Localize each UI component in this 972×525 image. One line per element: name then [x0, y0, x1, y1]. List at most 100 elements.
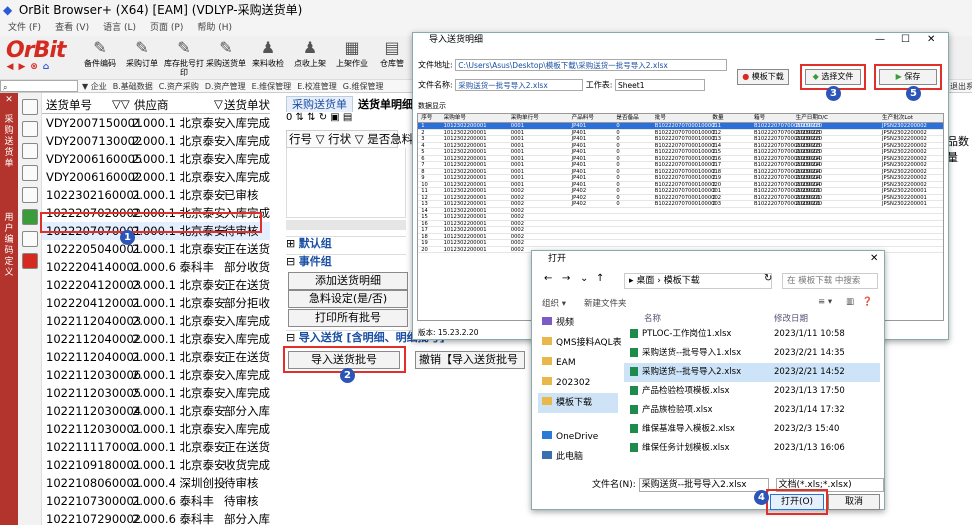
table-row[interactable]: 1022204140001 2.000.6 泰科丰 部分收货	[42, 258, 270, 276]
table-row[interactable]: 1022112030006 2.000.1 北京泰安 入库完成	[42, 366, 270, 384]
module-tab-asset-purchase[interactable]: C.资产采购	[159, 82, 199, 91]
close-icon[interactable]: ✕	[870, 251, 878, 267]
file-row[interactable]: 维保基准导入模板2.xlsx 2023/2/3 15:40	[624, 420, 880, 439]
view-icon[interactable]: ≡ ▾	[818, 297, 832, 307]
doc-icon[interactable]	[21, 187, 38, 203]
menu-page[interactable]: 页面 (P)	[150, 23, 183, 33]
table-row[interactable]: 1022112030005 2.000.1 北京泰安 入库完成	[42, 384, 270, 402]
module-exit[interactable]: 退出系	[950, 80, 972, 93]
doc-icon[interactable]	[21, 99, 38, 115]
sort-icon[interactable]: ⇅	[296, 112, 304, 123]
sidebar-folder[interactable]: 视频	[538, 313, 618, 333]
cancel-import-button[interactable]: 撤销【导入送货批号	[415, 351, 525, 369]
maximize-icon[interactable]: ☐	[901, 33, 910, 47]
doc-icon[interactable]	[21, 121, 38, 137]
cancel-button[interactable]: 取消	[828, 494, 880, 510]
sidebar-folder[interactable]: OneDrive	[538, 427, 618, 447]
header-delivery-no[interactable]: 送货单号	[46, 97, 92, 113]
sidebar-folder[interactable]: EAM	[538, 353, 618, 373]
grid-header-cell[interactable]: 采购单行号	[511, 114, 539, 123]
table-row[interactable]: VDY2006160005 2.000.1 北京泰安 入库完成	[42, 150, 270, 168]
tab-delivery-detail[interactable]: 送货单明细	[353, 97, 418, 113]
grid-header-cell[interactable]: 生产批次Lot	[882, 114, 913, 123]
section-import[interactable]: ⊟ 导入送货 [含明细、明细批号]	[286, 330, 445, 344]
col-date[interactable]: 修改日期	[774, 313, 808, 325]
table-row[interactable]: 1022204120003 2.000.1 北京泰安 正在送货	[42, 276, 270, 294]
table-row[interactable]: 1022108060001 2.000.4 深圳创投 待审核	[42, 474, 270, 492]
module-tab-calibration[interactable]: E.校准管理	[297, 82, 337, 91]
tool-purchase-order[interactable]: ✎ 采购订单	[122, 38, 162, 68]
file-row[interactable]: PTLOC-工作岗位1.xlsx 2023/1/11 10:58	[624, 325, 880, 344]
doc-icon[interactable]	[21, 209, 38, 225]
table-row[interactable]: 1022112030004 2.000.1 北京泰安 部分入库	[42, 402, 270, 420]
header-status[interactable]: 送货单状	[224, 97, 270, 113]
detail-scrollbar[interactable]	[286, 220, 406, 230]
file-row[interactable]: 采购送货--批号导入1.xlsx 2023/2/21 14:35	[624, 344, 880, 363]
vtab-delivery-note[interactable]: 采购送货单	[3, 115, 15, 170]
module-tab-enterprise[interactable]: ▼ 企业	[82, 82, 107, 91]
table-row[interactable]: VDY2006160002 2.000.1 北京泰安 入库完成	[42, 168, 270, 186]
module-search-input[interactable]: ⌕	[0, 80, 78, 92]
tool-delivery-note[interactable]: ✎ 采购送货单	[206, 38, 246, 68]
home-icon[interactable]: ⌂	[40, 62, 52, 72]
open-search-input[interactable]: 在 模板下载 中搜索	[782, 273, 878, 289]
minimize-icon[interactable]: —	[875, 33, 885, 47]
grid-header-cell[interactable]: 批号	[655, 114, 666, 123]
grid-header-cell[interactable]: 生产日期D/C	[796, 114, 828, 123]
grid-header-cell[interactable]: 序号	[421, 114, 432, 123]
table-row[interactable]: 1022112030001 2.000.1 北京泰安 入库完成	[42, 420, 270, 438]
tool-receive-shelve[interactable]: ♟ 点收上架	[290, 38, 330, 68]
table-row[interactable]: 1022107300001 2.000.6 泰科丰 待审核	[42, 492, 270, 510]
grid-header-cell[interactable]: 箱号	[754, 114, 765, 123]
organize-button[interactable]: 组织 ▾	[542, 297, 566, 309]
filter-icon[interactable]: ▽	[214, 97, 223, 111]
close-icon[interactable]: ✕	[3, 95, 15, 106]
template-download-button[interactable]: ● 模板下载	[737, 69, 789, 85]
forward-icon[interactable]: ▶	[16, 62, 28, 72]
print-batch-button[interactable]: 打印所有批号	[288, 309, 408, 327]
sidebar-folder[interactable]: QMS接料AQL表	[538, 333, 622, 353]
module-tab-asset-management[interactable]: D.资产管理	[205, 82, 246, 91]
module-tab-maintenance-2[interactable]: G.维保管理	[343, 82, 384, 91]
new-folder-button[interactable]: 新建文件夹	[584, 297, 627, 309]
menu-file[interactable]: 文件 (F)	[8, 23, 41, 33]
menu-view[interactable]: 查看 (V)	[55, 23, 89, 33]
col-name[interactable]: 名称	[644, 313, 661, 325]
table-row[interactable]: 1022107290002 2.000.6 泰科丰 部分入库	[42, 510, 270, 525]
pane-icon[interactable]: ▥	[846, 297, 854, 307]
grid-header-cell[interactable]: 数量	[712, 114, 723, 123]
module-tab-maintenance[interactable]: E.维保管理	[252, 82, 292, 91]
table-row[interactable]: VDY2007130002 2.000.1 北京泰安 入库完成	[42, 132, 270, 150]
menu-help[interactable]: 帮助 (H)	[197, 23, 232, 33]
table-icon[interactable]: ▤	[343, 112, 352, 123]
table-row[interactable]: VDY2007150001 2.000.1 北京泰安 入库完成	[42, 114, 270, 132]
refresh-icon[interactable]: ↻	[764, 273, 772, 284]
breadcrumb-path[interactable]: ▸ 桌面 › 模板下载	[624, 273, 772, 289]
header-vendor[interactable]: 供应商	[134, 97, 169, 113]
forward-arrow-icon[interactable]: →	[562, 273, 570, 284]
sidebar-folder[interactable]: 202302	[538, 373, 618, 393]
grid-header-cell[interactable]: 采购单号	[444, 114, 466, 123]
file-row[interactable]: 采购送货--批号导入2.xlsx 2023/2/21 14:52	[624, 363, 880, 382]
doc-icon[interactable]	[21, 165, 38, 181]
urgent-set-button[interactable]: 急料设定(是/否)	[288, 290, 408, 308]
doc-icon[interactable]	[21, 231, 38, 247]
filename-input[interactable]: 采购送货--批号导入2.xlsx	[638, 477, 769, 492]
help-icon[interactable]: ❓	[862, 297, 873, 307]
file-row[interactable]: 产品族检验项.xlsx 2023/1/14 17:32	[624, 401, 880, 420]
file-path-field[interactable]: C:\Users\Asus\Desktop\模板下载\采购送货一批号导入2.xl…	[455, 59, 728, 71]
table-row[interactable]: 1022109180001 2.000.1 北京泰安 收货完成	[42, 456, 270, 474]
section-default[interactable]: ⊞ 默认组	[286, 236, 406, 250]
tool-incoming-inspect[interactable]: ♟ 来料收检	[248, 38, 288, 68]
sidebar-folder[interactable]: 模板下载	[538, 393, 618, 413]
menu-language[interactable]: 语言 (L)	[103, 23, 136, 33]
close-icon[interactable]: ✕	[927, 33, 935, 47]
copy-icon[interactable]: ▣	[330, 112, 339, 123]
up-arrow-icon[interactable]: ↑	[596, 273, 604, 284]
table-row[interactable]: 1022112040001 2.000.1 北京泰安 正在送货	[42, 348, 270, 366]
tool-warehouse[interactable]: ▤ 仓库管	[372, 38, 412, 68]
dropdown-icon[interactable]: ⌄	[580, 273, 588, 284]
tool-shelving[interactable]: ▦ 上架作业	[332, 38, 372, 68]
doc-icon[interactable]	[21, 143, 38, 159]
refresh-icon[interactable]: ↻	[319, 112, 327, 123]
